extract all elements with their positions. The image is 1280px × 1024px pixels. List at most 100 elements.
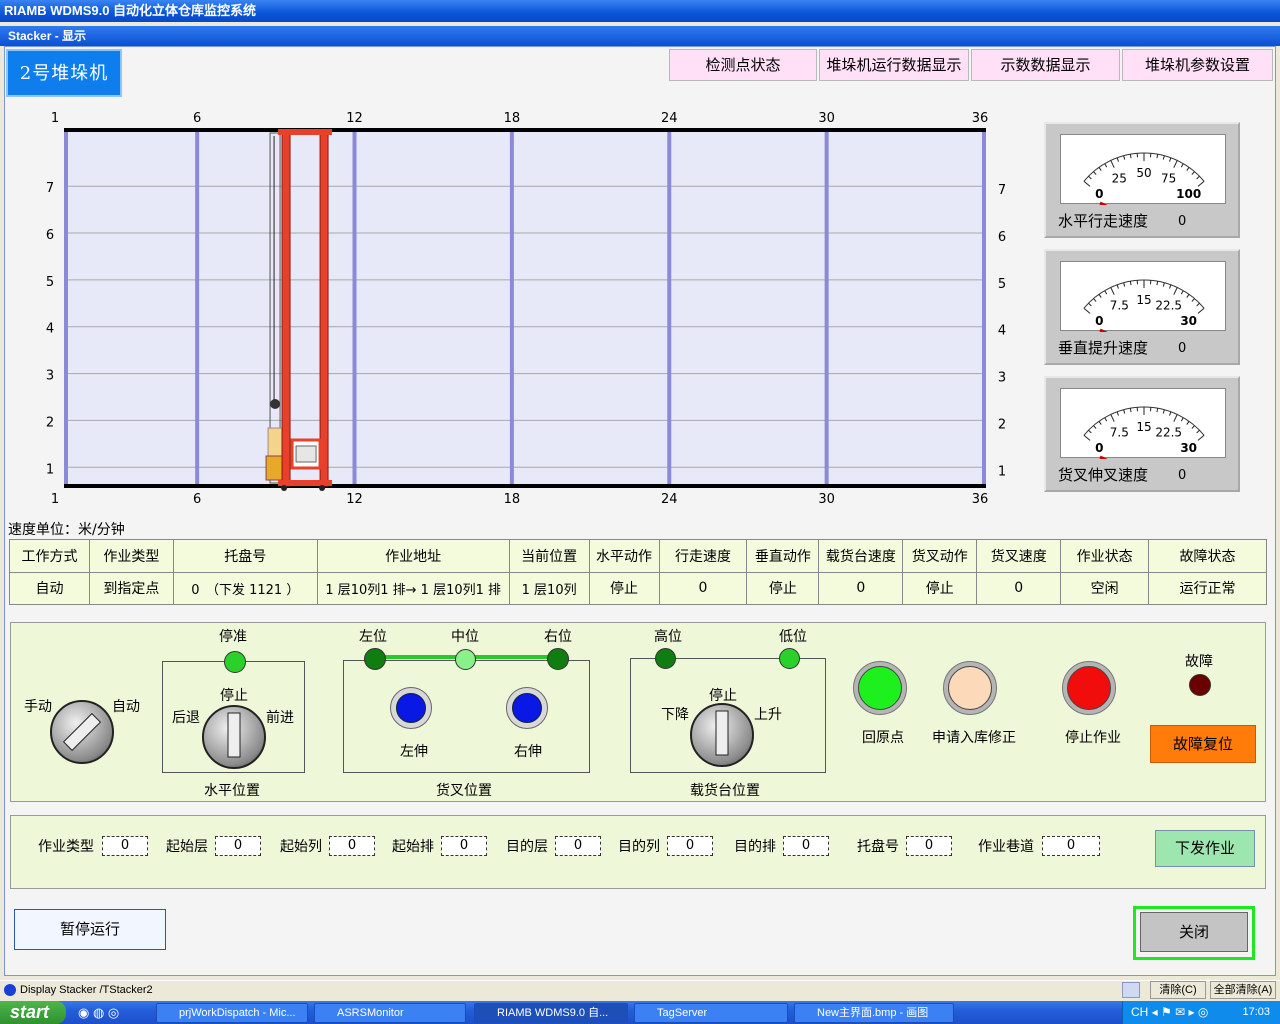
gauge-tick — [1104, 290, 1108, 295]
fault-indicator — [1189, 674, 1211, 696]
gauge-value: 0 — [1178, 214, 1187, 229]
task-prjworkdispatch[interactable]: prjWorkDispatch - Mic... — [156, 1003, 308, 1023]
fork-right-label: 右位 — [544, 629, 572, 645]
fault-reset-button[interactable]: 故障复位 — [1150, 725, 1256, 763]
request-fix-button[interactable] — [943, 661, 997, 715]
table-header-cell: 货叉动作 — [902, 539, 978, 573]
job-field-input[interactable]: 0 — [1042, 836, 1100, 856]
fork-right-extend-button[interactable] — [506, 687, 548, 729]
table-header-cell: 当前位置 — [508, 539, 590, 573]
table-header-cell: 作业地址 — [316, 539, 510, 573]
level-tick-left: 3 — [46, 369, 54, 384]
job-field-input[interactable]: 0 — [102, 836, 148, 856]
stop-job-button[interactable] — [1062, 661, 1116, 715]
status-table: 工作方式 作业类型 托盘号 作业地址 当前位置 水平动作 行走速度 垂直动作 载货台速度 货叉动作… — [9, 539, 1267, 605]
job-field-label: 目的层 — [506, 839, 548, 855]
fork-left-extend-label: 左伸 — [400, 744, 428, 760]
task-riamb-wdms[interactable]: RIAMB WDMS9.0 自... — [474, 1003, 628, 1023]
forward-label: 前进 — [266, 710, 294, 726]
tray-icons[interactable]: CH ◂ ⚑ ✉ ▸ ◎ — [1131, 1001, 1208, 1024]
mode-selector-knob[interactable] — [50, 700, 114, 764]
gauge-tick — [1088, 175, 1092, 180]
clear-button[interactable]: 清除(C) — [1150, 981, 1206, 999]
gauge-value: 0 — [1178, 468, 1187, 483]
home-button[interactable] — [853, 661, 907, 715]
stop-label: 停止 — [220, 688, 248, 704]
stop-job-label: 停止作业 — [1065, 730, 1121, 746]
gauge-tick-label: 75 — [1161, 172, 1176, 186]
stacker-hook — [270, 399, 281, 409]
status-bar: Display Stacker /TStacker2 清除(C) 全部清除(A) — [0, 980, 1280, 1000]
job-field-input[interactable]: 0 — [329, 836, 375, 856]
job-field-input[interactable]: 0 — [667, 836, 713, 856]
stacker-mast-left — [281, 129, 291, 487]
clear-all-button[interactable]: 全部清除(A) — [1210, 981, 1276, 999]
level-tick-left: 5 — [46, 275, 54, 290]
job-field-label: 作业巷道 — [978, 839, 1034, 855]
job-field-label: 托盘号 — [857, 839, 899, 855]
job-field-input[interactable]: 0 — [555, 836, 601, 856]
back-label: 后退 — [172, 710, 200, 726]
lift-up-label: 上升 — [754, 707, 782, 723]
table-cell: 到指定点 — [88, 571, 174, 605]
gauge-tick — [1162, 282, 1165, 287]
gauge-tick-label: 0 — [1095, 187, 1103, 201]
scroll-button[interactable] — [1122, 982, 1140, 998]
column-divider — [509, 132, 514, 484]
start-button[interactable]: start — [0, 1001, 66, 1024]
gauge-tick — [1191, 298, 1195, 302]
horizontal-knob[interactable] — [202, 705, 266, 769]
column-divider — [64, 132, 68, 484]
send-job-button[interactable]: 下发作业 — [1155, 830, 1255, 867]
gauge-tick — [1083, 180, 1091, 187]
gauge-tick — [1169, 411, 1172, 416]
lift-low-label: 低位 — [779, 629, 807, 645]
table-header-cell: 载货台速度 — [818, 539, 904, 573]
level-tick-right: 5 — [998, 277, 1006, 292]
level-tick-right: 2 — [998, 417, 1006, 432]
pause-run-button[interactable]: 暂停运行 — [14, 909, 166, 950]
job-field-input[interactable]: 0 — [215, 836, 261, 856]
job-field-input[interactable]: 0 — [441, 836, 487, 856]
level-tick-right: 6 — [998, 230, 1006, 245]
quicklaunch-icons[interactable]: ◉ ◍ ◎ — [78, 1005, 119, 1021]
stop-ready-label: 停准 — [219, 629, 247, 645]
table-header-cell: 工作方式 — [9, 539, 90, 573]
table-cell: 0 — [818, 571, 904, 605]
gauge-label: 货叉伸叉速度 — [1058, 466, 1149, 484]
table-cell: 0 — [976, 571, 1062, 605]
fork-right-indicator — [547, 648, 569, 670]
column-tick-bottom: 6 — [193, 492, 201, 507]
gauge-tick — [1098, 421, 1102, 425]
task-paint[interactable]: New主界面.bmp - 画图 — [794, 1003, 954, 1023]
gauge-tick — [1116, 411, 1119, 416]
table-cell: 停止 — [902, 571, 978, 605]
gauge-tick — [1173, 287, 1178, 295]
column-tick-bottom: 18 — [504, 492, 521, 507]
lift-knob[interactable] — [690, 703, 754, 767]
column-divider — [667, 132, 672, 484]
gauge-tick — [1110, 160, 1115, 168]
level-tick-right: 1 — [998, 464, 1006, 479]
gauge-tick — [1088, 302, 1092, 307]
close-button[interactable]: 关闭 — [1140, 912, 1248, 952]
task-tagserver[interactable]: TagServer — [634, 1003, 788, 1023]
job-field-input[interactable]: 0 — [906, 836, 952, 856]
gauge-tick — [1093, 298, 1097, 302]
table-cell: 自动 — [9, 571, 90, 605]
column-divider — [824, 132, 829, 484]
job-field-input[interactable]: 0 — [783, 836, 829, 856]
level-tick-right: 7 — [998, 183, 1006, 198]
gauge-tick — [1123, 282, 1126, 287]
speed-unit-label: 速度单位：米/分钟 — [8, 522, 125, 538]
gauge-tick-label: 7.5 — [1110, 299, 1129, 313]
gauge-tick — [1191, 425, 1195, 429]
gauge-tick — [1093, 425, 1097, 429]
table-header-cell: 垂直动作 — [746, 539, 820, 573]
fork-left-extend-button[interactable] — [390, 687, 432, 729]
column-tick-bottom: 12 — [346, 492, 363, 507]
parameter-settings-button[interactable]: 堆垛机参数设置 — [1122, 49, 1273, 81]
table-header-cell: 水平动作 — [588, 539, 660, 573]
gauge-tick — [1173, 160, 1178, 168]
task-asrsmonitor[interactable]: ASRSMonitor — [314, 1003, 466, 1023]
